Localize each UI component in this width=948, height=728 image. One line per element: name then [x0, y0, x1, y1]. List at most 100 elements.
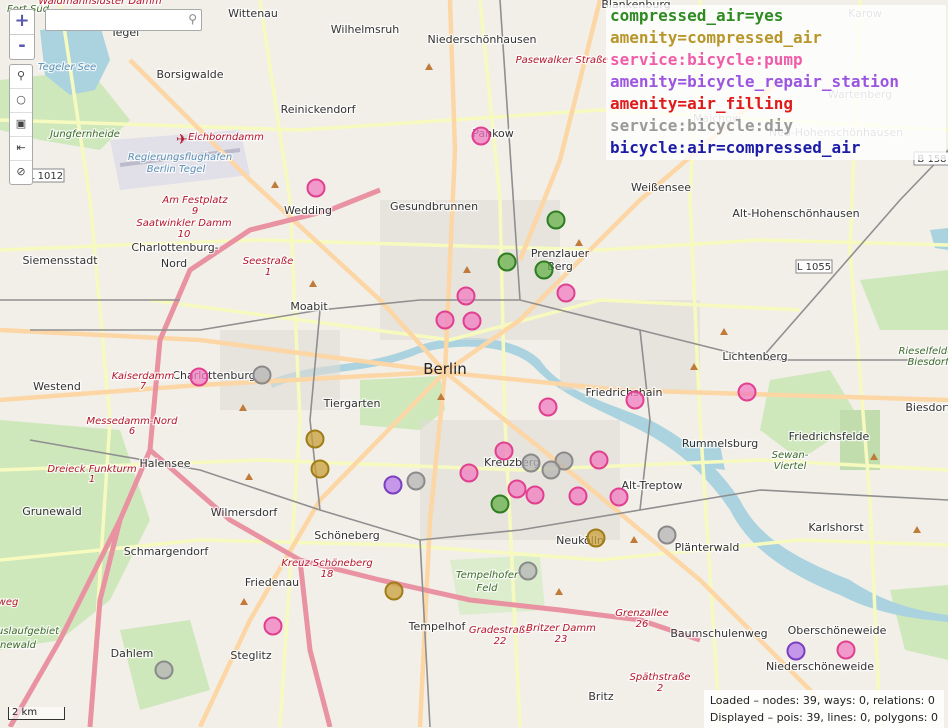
zoom-in-button[interactable]: + [10, 10, 34, 34]
disable-icon[interactable]: ⊘ [10, 160, 32, 184]
legend-item: compressed_air=yes [610, 6, 784, 25]
place-label: Alt-Treptow [621, 479, 682, 492]
poi-marker[interactable] [456, 286, 476, 306]
place-label: Charlottenburg [172, 369, 255, 382]
poi-marker[interactable] [609, 487, 629, 507]
road-label: 22 [494, 636, 507, 647]
road-label: Kreuz Schöneberg [281, 558, 372, 569]
area-label: Biesdorf [907, 357, 948, 368]
place-label: Wittenau [228, 7, 278, 20]
road-label: Am Festplatz [161, 195, 228, 206]
poi-marker[interactable] [263, 616, 283, 636]
poi-marker[interactable] [518, 561, 538, 581]
poi-marker[interactable] [252, 365, 272, 385]
place-label: Borsigwalde [156, 68, 223, 81]
place-label: Weißensee [631, 181, 691, 194]
poi-marker[interactable] [310, 459, 330, 479]
road-label: Seestraße [243, 256, 293, 267]
poi-marker[interactable] [507, 479, 527, 499]
place-label: Dahlem [111, 647, 154, 660]
image-export-icon[interactable]: ▣ [10, 112, 32, 136]
zoom-to-data-icon[interactable]: ⚲ [10, 65, 32, 88]
place-label: Reinickendorf [281, 103, 357, 116]
place-label: Berlin Tegel [147, 164, 206, 175]
place-label: Lichtenberg [722, 350, 787, 363]
displayed-status: Displayed – pois: 39, lines: 0, polygons… [709, 711, 938, 724]
poi-marker[interactable] [657, 525, 677, 545]
place-label: Wilmersdorf [211, 506, 279, 519]
poi-marker[interactable] [383, 475, 403, 495]
route-shield: L 1012 [27, 168, 65, 183]
road-label: Eichborndamm [188, 132, 264, 143]
place-label: Jungfernheide [48, 129, 120, 140]
poi-marker[interactable] [836, 640, 856, 660]
poi-marker[interactable] [189, 367, 209, 387]
place-label: Westend [33, 380, 81, 393]
poi-marker[interactable] [568, 486, 588, 506]
place-label: Friedenau [245, 576, 299, 589]
place-label: Karlshorst [808, 521, 864, 534]
magnifier-icon[interactable]: ⚲ [188, 12, 197, 26]
place-label: newald [0, 640, 37, 651]
place-label: Tempelhofer [456, 570, 519, 581]
poi-marker[interactable] [534, 260, 554, 280]
poi-marker[interactable] [589, 450, 609, 470]
poi-marker[interactable] [586, 528, 606, 548]
place-label: Siemensstadt [22, 254, 98, 267]
circle-icon[interactable]: ○ [10, 88, 32, 112]
poi-marker[interactable] [471, 126, 491, 146]
road-label: 9 [192, 206, 198, 217]
poi-marker[interactable] [625, 390, 645, 410]
road-label: weg [0, 597, 18, 608]
poi-marker[interactable] [462, 311, 482, 331]
poi-marker[interactable] [525, 485, 545, 505]
poi-marker[interactable] [305, 429, 325, 449]
poi-marker[interactable] [490, 494, 510, 514]
road-label: 10 [178, 229, 191, 240]
poi-marker[interactable] [541, 460, 561, 480]
place-label: Alt-Hohenschönhausen [732, 207, 859, 220]
place-label: Nord [161, 257, 187, 270]
place-label: Tegeler See [38, 62, 96, 73]
legend-item: amenity=compressed_air [610, 28, 822, 47]
place-label: Halensee [139, 457, 190, 470]
poi-marker[interactable] [497, 252, 517, 272]
poi-marker[interactable] [786, 641, 806, 661]
route-label: L 1012 [29, 171, 63, 182]
road-label: 1 [89, 474, 95, 485]
place-label: Regierungsflughafen [128, 152, 232, 163]
poi-marker[interactable] [459, 463, 479, 483]
road-label: Späthstraße [630, 672, 691, 683]
poi-marker[interactable] [435, 310, 455, 330]
road-label: Grenzallee [615, 608, 669, 619]
scale-bar: 2 km [8, 707, 65, 720]
place-label: Prenzlauer [531, 247, 590, 260]
poi-marker[interactable] [494, 441, 514, 461]
road-label: 26 [636, 619, 649, 630]
poi-marker[interactable] [546, 210, 566, 230]
place-label: Britz [588, 690, 613, 703]
place-label: Niederschönhausen [428, 33, 537, 46]
road-label: 1 [265, 267, 271, 278]
search-input[interactable] [50, 11, 182, 32]
road-label: 18 [321, 569, 334, 580]
poi-marker[interactable] [154, 660, 174, 680]
poi-marker[interactable] [737, 382, 757, 402]
poi-marker[interactable] [406, 471, 426, 491]
poi-marker[interactable] [521, 453, 541, 473]
place-label: Charlottenburg- [131, 241, 218, 254]
place-label: Wedding [284, 204, 332, 217]
city-label: Berlin [423, 360, 467, 378]
poi-marker[interactable] [538, 397, 558, 417]
legend-item: service:bicycle:pump [610, 50, 803, 69]
first-run-icon[interactable]: ⇤ [10, 136, 32, 160]
zoom-out-button[interactable]: - [10, 34, 34, 59]
road-label: 6 [129, 426, 135, 437]
poi-marker[interactable] [556, 283, 576, 303]
place-label: Plänterwald [675, 541, 740, 554]
poi-marker[interactable] [306, 178, 326, 198]
loaded-status: Loaded – nodes: 39, ways: 0, relations: … [709, 694, 935, 707]
place-label: Schmargendorf [124, 545, 210, 558]
place-label: Oberschöneweide [788, 624, 887, 637]
poi-marker[interactable] [384, 581, 404, 601]
